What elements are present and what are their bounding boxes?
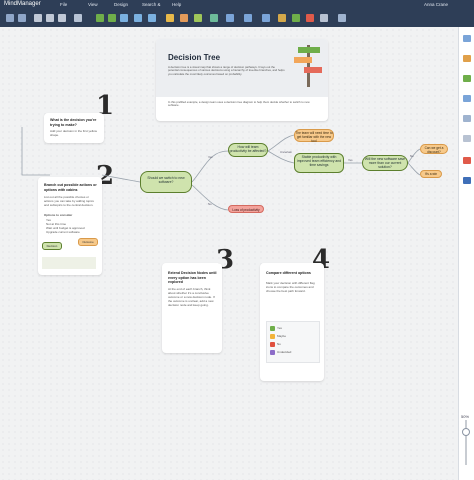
branch-label-no-2: No bbox=[208, 202, 212, 206]
menu-help[interactable]: Help bbox=[172, 2, 181, 7]
filter-icon[interactable] bbox=[226, 14, 234, 22]
menu-view[interactable]: View bbox=[88, 2, 98, 7]
node-learning-curve[interactable]: The team will need time to get familiar … bbox=[294, 129, 334, 143]
node-win[interactable]: It's a win bbox=[420, 170, 442, 178]
marker-icon[interactable] bbox=[180, 14, 188, 22]
library-panel-icon[interactable] bbox=[463, 135, 471, 142]
menu-file[interactable]: File bbox=[60, 2, 67, 7]
branch-label-no: No bbox=[410, 154, 414, 158]
branch-label-yes-2: Yes bbox=[348, 158, 353, 162]
boundary-icon[interactable] bbox=[148, 14, 156, 22]
copy-icon[interactable] bbox=[46, 14, 54, 22]
node-productivity-question[interactable]: How will team productivity be affected? bbox=[228, 143, 268, 157]
callout-icon[interactable] bbox=[120, 14, 128, 22]
share-panel-icon[interactable] bbox=[463, 177, 471, 184]
node-loss-productivity[interactable]: Loss of productivity bbox=[228, 205, 264, 213]
node-stable-productivity[interactable]: Stable productivity with improved team e… bbox=[294, 153, 344, 173]
cut-icon[interactable] bbox=[34, 14, 42, 22]
links-panel-icon[interactable] bbox=[463, 157, 471, 164]
export-icon[interactable] bbox=[292, 14, 300, 22]
focus-icon[interactable] bbox=[262, 14, 270, 22]
format-icon[interactable] bbox=[74, 14, 82, 22]
layout-icon[interactable] bbox=[244, 14, 252, 22]
zoom-slider-handle[interactable] bbox=[462, 428, 470, 436]
notes-panel-icon[interactable] bbox=[463, 115, 471, 122]
undo-icon[interactable] bbox=[6, 14, 14, 22]
node-discount[interactable]: Can we get a discount? bbox=[420, 144, 448, 154]
redo-icon[interactable] bbox=[18, 14, 26, 22]
image-icon[interactable] bbox=[166, 14, 174, 22]
cloud-icon[interactable] bbox=[338, 14, 346, 22]
share-icon[interactable] bbox=[278, 14, 286, 22]
subtopic-icon[interactable] bbox=[108, 14, 116, 22]
title-bar: MindManager File View Design Search & He… bbox=[0, 0, 474, 11]
task-panel-icon[interactable] bbox=[463, 95, 471, 102]
right-panel-rail bbox=[458, 27, 474, 480]
share-network-icon[interactable] bbox=[320, 14, 328, 22]
menu-search[interactable]: Search & bbox=[142, 2, 161, 7]
topic-panel-icon[interactable] bbox=[463, 75, 471, 82]
user-name[interactable]: Anna Crane bbox=[424, 2, 448, 7]
topic-icon[interactable] bbox=[96, 14, 104, 22]
close-icon[interactable] bbox=[306, 14, 314, 22]
zoom-slider[interactable] bbox=[465, 420, 467, 465]
menu-design[interactable]: Design bbox=[114, 2, 128, 7]
tree-connectors bbox=[21, 127, 421, 211]
relationship-icon[interactable] bbox=[134, 14, 142, 22]
markers-panel-icon[interactable] bbox=[463, 55, 471, 62]
paste-icon[interactable] bbox=[58, 14, 66, 22]
map-canvas[interactable]: Decision Tree A decision tree is a visua… bbox=[0, 27, 458, 480]
branch-label-uncertain: Uncertain bbox=[280, 150, 292, 154]
node-cost-question[interactable]: Will the new software save more than our… bbox=[362, 155, 408, 171]
link-icon[interactable] bbox=[194, 14, 202, 22]
root-decision-node[interactable]: Should we switch to new software? bbox=[140, 171, 192, 193]
zoom-level: 50% bbox=[461, 414, 470, 419]
branch-label-yes: Yes bbox=[208, 155, 213, 159]
task-icon[interactable] bbox=[210, 14, 218, 22]
toolbar bbox=[0, 11, 474, 27]
format-panel-icon[interactable] bbox=[463, 35, 471, 42]
app-title: MindManager bbox=[4, 1, 41, 7]
